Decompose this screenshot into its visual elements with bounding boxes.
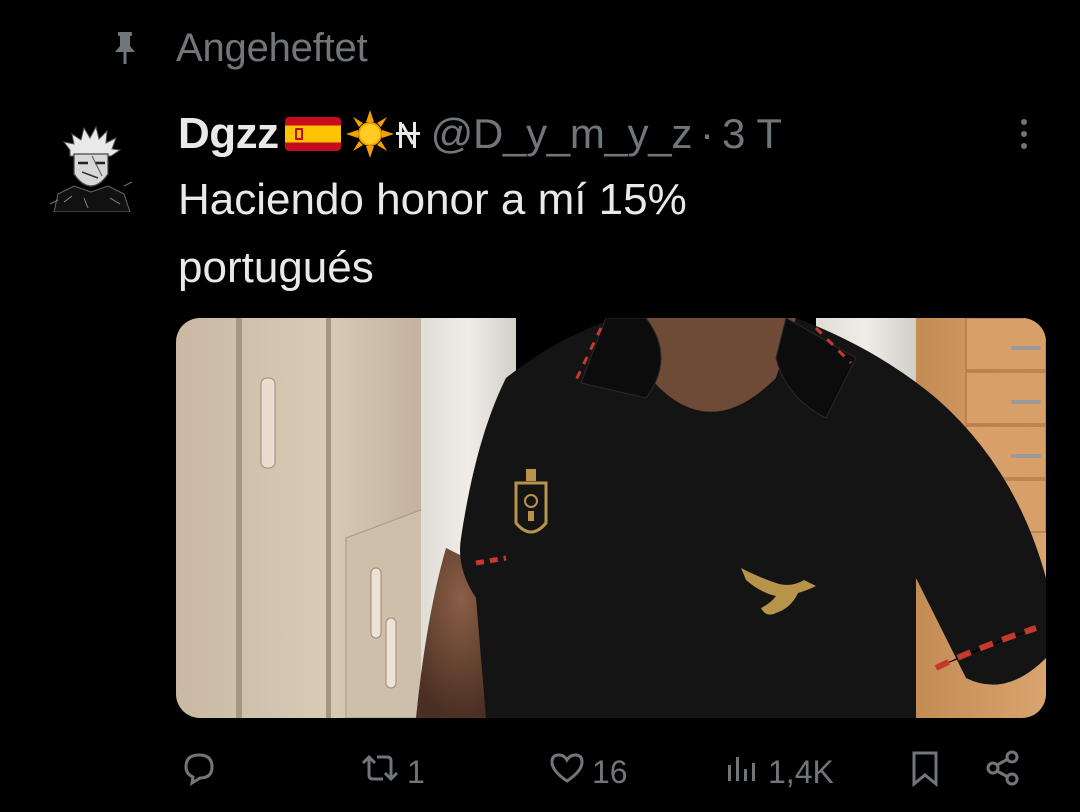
- bookmark-button[interactable]: [904, 748, 946, 796]
- sign-emoji: [395, 114, 421, 154]
- reply-button[interactable]: [178, 748, 224, 796]
- tweet-text-line: portugués: [178, 243, 374, 292]
- views-count: 1,4K: [768, 753, 834, 790]
- tweet-text-line: Haciendo honor a mí 15%: [178, 175, 687, 224]
- like-count: 16: [592, 753, 628, 790]
- views-button[interactable]: 1,4K: [722, 748, 834, 796]
- tweet-actions-bar: 1 16 1,4K: [0, 748, 1080, 796]
- more-dot-icon: [1021, 143, 1027, 149]
- pinned-label: Angeheftet: [176, 25, 368, 70]
- bookmark-icon: [904, 747, 946, 797]
- author-handle[interactable]: @D_y_m_y_z: [431, 110, 693, 158]
- more-dot-icon: [1021, 119, 1027, 125]
- separator-dot: ·: [700, 110, 715, 157]
- tweet-timestamp[interactable]: 3 T: [722, 110, 782, 158]
- retweet-button[interactable]: 1: [357, 748, 425, 796]
- tweet-text: Haciendo honor a mí 15% portugués: [178, 166, 1038, 302]
- display-name[interactable]: Dgzz: [178, 109, 279, 159]
- tweet-header: Dgzz @D_y_m_y_z · 3 T: [178, 108, 782, 160]
- heart-icon: [546, 747, 588, 797]
- more-options-button[interactable]: [1006, 112, 1042, 156]
- retweet-count: 1: [407, 753, 425, 790]
- retweet-icon: [357, 747, 403, 797]
- avatar[interactable]: [48, 116, 134, 213]
- more-dot-icon: [1021, 131, 1027, 137]
- share-icon: [982, 747, 1024, 797]
- pinned-indicator: Angeheftet: [110, 26, 368, 70]
- reply-icon: [178, 747, 220, 797]
- views-icon: [722, 747, 764, 797]
- like-button[interactable]: 16: [546, 748, 628, 796]
- tweet-media-image[interactable]: [176, 318, 1046, 718]
- flag-spain-emoji: [283, 115, 343, 153]
- sun-emoji: [345, 109, 395, 159]
- pin-icon: [110, 28, 140, 68]
- share-button[interactable]: [982, 748, 1024, 796]
